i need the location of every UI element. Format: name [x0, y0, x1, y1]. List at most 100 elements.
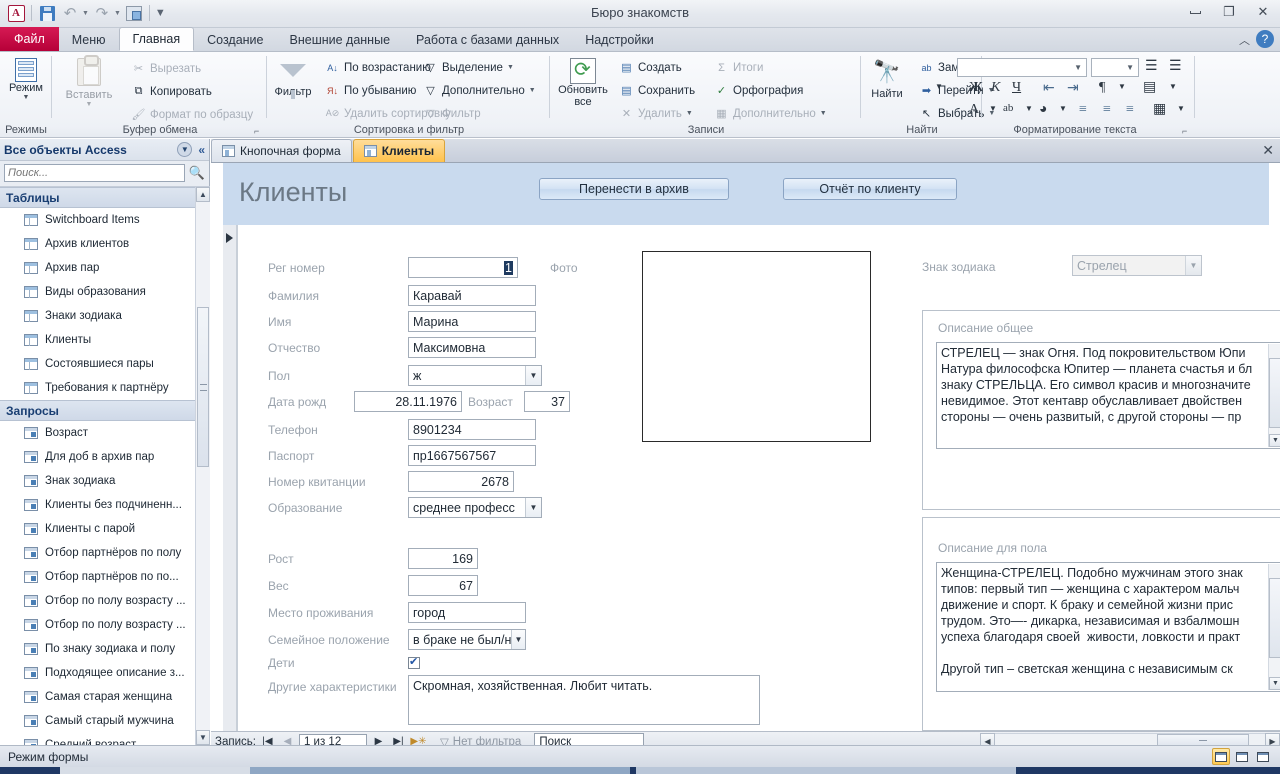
nav-item-znaki-zodiaka[interactable]: Знаки зодиака	[0, 304, 210, 328]
nav-item-znak-zodiaka[interactable]: Знак зодиака	[0, 469, 210, 493]
nav-item-trebovaniya-k-partneru[interactable]: Требования к партнёру	[0, 376, 210, 400]
align-left-icon[interactable]: ≡	[1079, 102, 1087, 118]
highlight-icon[interactable]: ab	[1003, 102, 1013, 114]
input-phone[interactable]: 8901234	[408, 419, 536, 440]
font-color-dropdown-icon-2[interactable]: ▼	[989, 104, 997, 113]
records-more-button[interactable]: ▦ Дополнительно ▼	[714, 106, 826, 121]
tab-addins[interactable]: Надстройки	[572, 28, 667, 51]
navigation-scrollbar[interactable]: ▲ ▼	[195, 187, 210, 745]
selection-dropdown-icon[interactable]: ▼	[507, 64, 514, 71]
tab-create[interactable]: Создание	[194, 28, 276, 51]
nav-item-otbor-partnerov-po-po[interactable]: Отбор партнёров по по...	[0, 565, 210, 589]
underline-button[interactable]: Ч	[1012, 80, 1021, 96]
tab-home[interactable]: Главная	[118, 27, 195, 51]
combo-gender[interactable]: ж ▼	[408, 365, 542, 386]
input-patronymic[interactable]: Максимовна	[408, 337, 536, 358]
spelling-button[interactable]: ✓ Орфография	[714, 83, 803, 98]
layout-view-icon[interactable]	[1233, 748, 1251, 765]
font-name-combo[interactable]: ▼	[957, 58, 1087, 77]
nav-item-sredniy-vozrast[interactable]: Средний возраст	[0, 733, 210, 745]
nav-item-klienty-bez-podchinenn[interactable]: Клиенты без подчиненн...	[0, 493, 210, 517]
toggle-filter-button[interactable]: ▽ Фильтр	[423, 106, 480, 121]
input-residence[interactable]: город	[408, 602, 526, 623]
views-dropdown-icon[interactable]: ▼	[0, 94, 54, 101]
record-selector[interactable]	[223, 225, 237, 731]
bulleted-list-icon[interactable]: ☰	[1145, 58, 1158, 75]
font-color-icon[interactable]: A	[969, 102, 979, 118]
font-color-dropdown-icon[interactable]: ▼	[935, 82, 943, 91]
copy-button[interactable]: ⧉ Копировать	[131, 84, 212, 99]
fill-color-dropdown-icon[interactable]: ▼	[1059, 104, 1067, 113]
font-size-combo[interactable]: ▼	[1091, 58, 1139, 77]
align-center-icon[interactable]: ≡	[1103, 102, 1111, 118]
search-icon[interactable]: 🔍	[189, 165, 205, 181]
alternate-row-color-dropdown-icon[interactable]: ▼	[1169, 82, 1177, 91]
nav-item-klienty[interactable]: Клиенты	[0, 328, 210, 352]
text-formatting-dialog-launcher[interactable]: ⌐	[1182, 126, 1191, 136]
clipboard-dialog-launcher[interactable]: ⌐	[254, 126, 263, 136]
increase-indent-icon[interactable]: ⇥	[1067, 80, 1079, 97]
taskbar-item-3[interactable]	[636, 767, 1016, 774]
combo-marital-status[interactable]: в браке не был/н ▼	[408, 629, 526, 650]
input-gender-description[interactable]: Женщина-СТРЕЛЕЦ. Подобно мужчинам этого …	[936, 562, 1280, 692]
tab-external-data[interactable]: Внешние данные	[277, 28, 404, 51]
scrollbar-thumb[interactable]	[1269, 358, 1280, 428]
filter-button[interactable]: Фильтр	[264, 64, 322, 99]
design-view-icon[interactable]	[1254, 748, 1272, 765]
help-icon[interactable]: ?	[1256, 30, 1274, 48]
text-direction-icon[interactable]: ¶	[1099, 80, 1105, 96]
input-receipt-number[interactable]: 2678	[408, 471, 514, 492]
scroll-down-icon[interactable]: ▼	[196, 730, 210, 745]
taskbar-item-2[interactable]	[250, 767, 630, 774]
input-name[interactable]: Марина	[408, 311, 536, 332]
input-birthdate[interactable]: 28.11.1976	[354, 391, 462, 412]
checkbox-children[interactable]	[408, 655, 420, 669]
input-general-description[interactable]: СТРЕЛЕЦ — знак Огня. Под покровительство…	[936, 342, 1280, 449]
photo-frame[interactable]	[642, 251, 871, 442]
sort-descending-button[interactable]: Я↓ По убыванию	[325, 83, 416, 98]
form-view-icon[interactable]	[1212, 748, 1230, 765]
scroll-up-icon[interactable]: ▲	[196, 187, 210, 202]
totals-button[interactable]: Σ Итоги	[714, 60, 763, 75]
tab-database-tools[interactable]: Работа с базами данных	[403, 28, 572, 51]
report-button[interactable]: Отчёт по клиенту	[783, 178, 957, 200]
close-tab-icon[interactable]: ✕	[1262, 142, 1274, 159]
bold-button[interactable]: Ж	[969, 80, 983, 96]
nav-item-arhiv-klientov[interactable]: Архив клиентов	[0, 232, 210, 256]
nav-group-queries[interactable]: Запросы ⌃	[0, 400, 210, 421]
scroll-down-icon[interactable]: ▼	[1269, 434, 1280, 447]
nav-item-sostoyavshiesya-pary[interactable]: Состоявшиеся пары	[0, 352, 210, 376]
input-other-characteristics[interactable]: Скромная, хозяйственная. Любит читать.	[408, 675, 760, 725]
highlight-dropdown-icon[interactable]: ▼	[1025, 104, 1033, 113]
tab-file[interactable]: Файл	[0, 27, 59, 51]
archive-button[interactable]: Перенести в архив	[539, 178, 729, 200]
tab-klienty-form[interactable]: Клиенты	[352, 139, 446, 162]
scroll-down-icon[interactable]: ▼	[1269, 677, 1280, 690]
nav-item-dlya-dob-v-arhiv-par[interactable]: Для доб в архив пар	[0, 445, 210, 469]
advanced-dropdown-icon[interactable]: ▼	[529, 87, 536, 94]
collapse-ribbon-icon[interactable]: ︿	[1239, 32, 1250, 48]
input-surname[interactable]: Каравай	[408, 285, 536, 306]
minimize-icon[interactable]	[1184, 3, 1206, 21]
numbered-list-icon[interactable]: ☰	[1169, 58, 1182, 75]
refresh-all-button[interactable]: Обновить все	[553, 57, 613, 108]
advanced-button[interactable]: ▽ Дополнительно ▼	[423, 83, 536, 98]
input-weight[interactable]: 67	[408, 575, 478, 596]
nav-item-otbor-po-polu-vozrastu-2[interactable]: Отбор по полу возрасту ...	[0, 613, 210, 637]
decrease-indent-icon[interactable]: ⇤	[1043, 80, 1055, 97]
nav-item-samaya-staraya-zhenshchina[interactable]: Самая старая женщина	[0, 685, 210, 709]
input-reg-number[interactable]: 1	[408, 257, 518, 278]
navigation-pane-header[interactable]: Все объекты Access ▼ «	[0, 139, 209, 161]
combo-education[interactable]: среднее професс ▼	[408, 497, 542, 518]
find-button[interactable]: 🔭 Найти	[856, 60, 918, 101]
sort-ascending-button[interactable]: А↓ По возрастанию	[325, 60, 431, 75]
gender-description-scrollbar[interactable]: ▲ ▼	[1268, 564, 1280, 690]
scrollbar-thumb[interactable]	[197, 307, 209, 467]
nav-item-klienty-s-paroy[interactable]: Клиенты с парой	[0, 517, 210, 541]
paste-button[interactable]: Вставить ▼	[57, 55, 121, 108]
nav-item-arhiv-par[interactable]: Архив пар	[0, 256, 210, 280]
italic-button[interactable]: К	[991, 80, 1000, 96]
input-height[interactable]: 169	[408, 548, 478, 569]
chevron-down-icon[interactable]: ▼	[525, 366, 541, 385]
gridlines-dropdown-icon[interactable]: ▼	[1177, 104, 1185, 113]
